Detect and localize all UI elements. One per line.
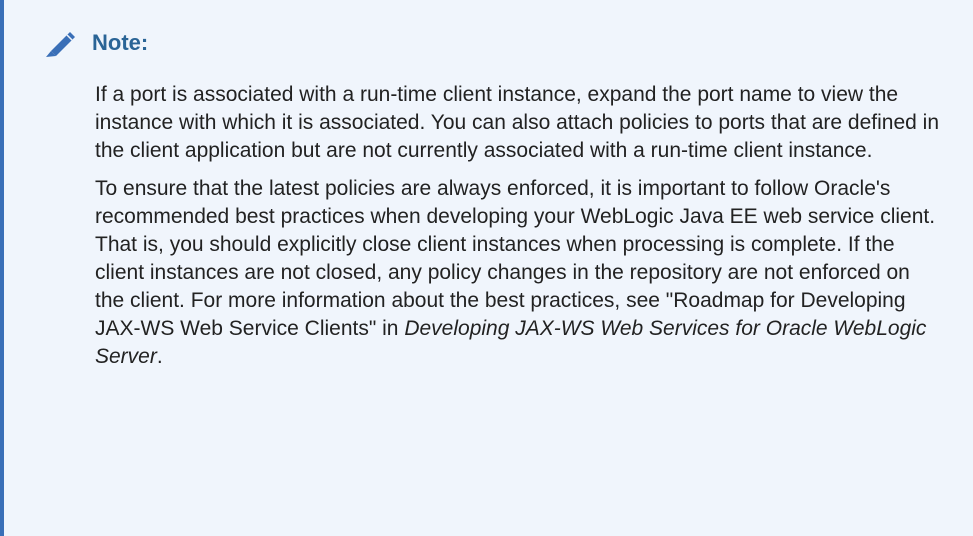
note-paragraph-2: To ensure that the latest policies are a…: [95, 175, 940, 371]
note-paragraph-2-text: To ensure that the latest policies are a…: [95, 177, 936, 340]
note-header: Note:: [42, 29, 148, 57]
note-title: Note:: [92, 30, 149, 55]
note-paragraph-2-end: .: [156, 345, 163, 368]
note-body: If a port is associated with a run-time …: [95, 81, 940, 381]
note-callout: Note: If a port is associated with a run…: [0, 0, 973, 536]
pencil-icon: [42, 29, 76, 57]
note-paragraph-1: If a port is associated with a run-time …: [95, 83, 939, 162]
